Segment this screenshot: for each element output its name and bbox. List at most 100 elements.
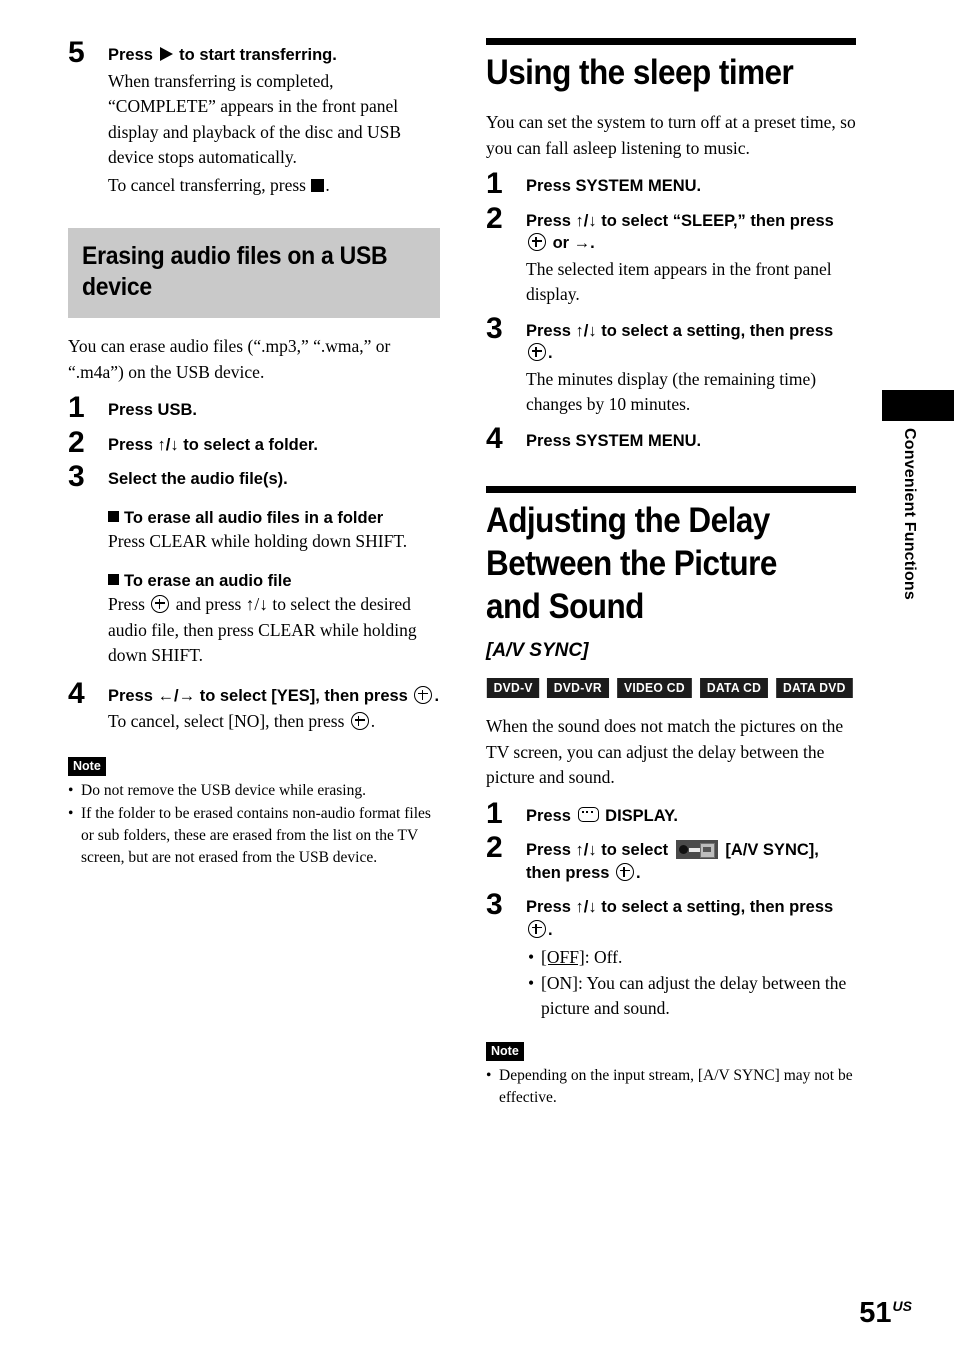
- stop-icon: [311, 178, 325, 192]
- section-heading-title: Erasing audio files on a USB device: [82, 242, 388, 301]
- option-key: [ON]: [541, 972, 578, 993]
- option-text: : You can adjust the delay between the p…: [541, 972, 847, 1019]
- avsync-step-2: 2 Press ↑/↓ to select [A/V SYNC], then p…: [486, 833, 858, 884]
- play-icon: [159, 47, 173, 61]
- step-title-prefix: Press ↑/↓ to select: [526, 841, 669, 859]
- step-title: Press ↑/↓ to select [A/V SYNC], then pre…: [526, 839, 858, 884]
- step-title: Press ↑/↓ to select a folder.: [108, 435, 319, 454]
- option-key: [OFF]: [541, 947, 585, 967]
- step-4-confirm-yes: 4 Press ←/→ to select [YES], then press …: [68, 678, 440, 735]
- page-number: 51US: [859, 1292, 912, 1328]
- display-icon: [577, 806, 599, 822]
- step-body: To cancel, select [NO], then press .: [108, 709, 440, 735]
- heading-rule: [486, 486, 856, 493]
- subheading-erase-one-body: Press and press ↑/↓ to select the desire…: [108, 592, 440, 669]
- step-number: 2: [68, 425, 85, 459]
- step-cancel-note: To cancel transferring, press .: [108, 173, 440, 199]
- note-item: Do not remove the USB device while erasi…: [68, 780, 440, 802]
- chapter-heading-sleep-timer: Using the sleep timer: [486, 38, 858, 94]
- note-item: If the folder to be erased contains non-…: [68, 803, 440, 869]
- right-column: Using the sleep timer You can set the sy…: [486, 38, 858, 1109]
- note-badge: Note: [486, 1041, 524, 1061]
- step-title-prefix: Press: [526, 806, 571, 825]
- step-number: 2: [486, 831, 503, 864]
- chapter-heading-av-sync: Adjusting the Delay Between the Picture …: [486, 486, 858, 628]
- step-title: Press USB.: [108, 401, 197, 419]
- option-off: [OFF]: Off.: [526, 945, 858, 971]
- step-title-prefix: Press ↑/↓ to select a setting, then pres…: [526, 321, 834, 340]
- badge-dvd-v: DVD-V: [486, 678, 540, 698]
- step-number: 4: [68, 676, 85, 710]
- step-body: The minutes display (the remaining time)…: [526, 368, 817, 415]
- note-list: Depending on the input stream, [A/V SYNC…: [486, 1065, 858, 1109]
- badge-data-cd: DATA CD: [700, 678, 768, 698]
- note-block-usb-erase: Note Do not remove the USB device while …: [68, 756, 440, 869]
- step-title: Select the audio file(s).: [108, 470, 288, 488]
- section-intro: You can erase audio files (“.mp3,” “.wma…: [68, 336, 391, 382]
- avsync-step-1: 1 Press DISPLAY.: [486, 798, 858, 828]
- step-title-prefix: Press ↑/↓ to select “SLEEP,” then press: [526, 211, 834, 230]
- cancel-prefix: To cancel transferring, press: [108, 174, 306, 195]
- body-suffix: .: [370, 711, 376, 731]
- step-title-suffix: .: [434, 686, 440, 705]
- step-title: Press ↑/↓ to select a setting, then pres…: [526, 320, 858, 365]
- subheading-erase-all: To erase all audio files in a folder: [108, 507, 440, 529]
- bullet-square-icon: [108, 510, 119, 522]
- chapter-title: Using the sleep timer: [486, 53, 794, 92]
- step-number: 5: [68, 36, 85, 69]
- chapter-intro: When the sound does not match the pictur…: [486, 716, 844, 787]
- subheading-text: To erase all audio files in a folder: [124, 508, 384, 527]
- step-title: Press DISPLAY.: [526, 805, 858, 828]
- step-body: The selected item appears in the front p…: [526, 258, 832, 305]
- step-title-suffix: .: [548, 344, 553, 362]
- step-title: Press SYSTEM MENU.: [526, 431, 702, 450]
- step-title-suffix: to start transferring.: [179, 46, 337, 64]
- av-sync-icon: [675, 840, 718, 859]
- option-on: [ON]: You can adjust the delay between t…: [526, 971, 858, 1022]
- step-number: 3: [486, 888, 503, 921]
- step-5-transfer: 5 Press to start transferring. When tran…: [68, 38, 440, 199]
- chapter-title: Adjusting the Delay Between the Picture …: [486, 501, 777, 626]
- step-body: When transferring is completed, “COMPLET…: [108, 69, 440, 171]
- enter-button-icon: [616, 862, 635, 881]
- avsync-step-3: 3 Press ↑/↓ to select a setting, then pr…: [486, 890, 858, 1022]
- chapter-intro: You can set the system to turn off at a …: [486, 112, 856, 158]
- subheading-erase-one: To erase an audio file: [108, 570, 440, 592]
- step-number: 2: [486, 201, 503, 235]
- enter-button-icon: [528, 919, 546, 938]
- option-text: : Off.: [584, 947, 623, 967]
- step-2-select-folder: 2 Press ↑/↓ to select a folder.: [68, 427, 440, 457]
- left-column: 5 Press to start transferring. When tran…: [68, 38, 440, 869]
- step-title: Press ←/→ to select [YES], then press .: [108, 685, 440, 708]
- step-number: 1: [486, 167, 503, 200]
- step-title-suffix: DISPLAY.: [605, 806, 678, 825]
- sleep-step-1: 1 Press SYSTEM MENU.: [486, 169, 858, 199]
- heading-rule: [486, 38, 856, 45]
- step-title: Press ↑/↓ to select a setting, then pres…: [526, 896, 858, 941]
- step-body-line-3: display and playback of the disc and USB: [108, 121, 402, 142]
- step-number: 1: [68, 391, 85, 424]
- page-region-suffix: US: [892, 1298, 912, 1314]
- step-title-suffix: or →.: [552, 234, 595, 252]
- bullet-square-icon: [108, 574, 119, 585]
- badge-data-dvd: DATA DVD: [776, 678, 853, 698]
- manual-page: 5 Press to start transferring. When tran…: [0, 0, 954, 1352]
- section-heading-box: Erasing audio files on a USB device: [68, 228, 440, 318]
- note-badge: Note: [68, 756, 106, 776]
- chapter-subtitle: [A/V SYNC]: [486, 640, 589, 661]
- cancel-suffix: .: [325, 174, 330, 195]
- disc-format-badges: DVD-V DVD-VR VIDEO CD DATA CD DATA DVD: [486, 678, 858, 698]
- sleep-step-2: 2 Press ↑/↓ to select “SLEEP,” then pres…: [486, 203, 858, 308]
- body-prefix: To cancel, select [NO], then press: [108, 711, 345, 731]
- enter-button-icon: [528, 233, 546, 251]
- step-body-line-1: When transferring is completed,: [108, 70, 334, 91]
- note-item: Depending on the input stream, [A/V SYNC…: [486, 1065, 858, 1109]
- step-title-prefix: Press: [108, 46, 153, 64]
- setting-options-list: [OFF]: Off. [ON]: You can adjust the del…: [526, 945, 858, 1022]
- step-body-line-2: “COMPLETE” appears in the front panel: [108, 96, 399, 116]
- badge-dvd-vr: DVD-VR: [547, 678, 610, 698]
- subheading-text: To erase an audio file: [124, 572, 292, 590]
- step-title-suffix: .: [548, 920, 553, 939]
- note-block-av-sync: Note Depending on the input stream, [A/V…: [486, 1041, 858, 1109]
- step-title-prefix: Press ←/→ to select [YES], then press: [108, 686, 408, 705]
